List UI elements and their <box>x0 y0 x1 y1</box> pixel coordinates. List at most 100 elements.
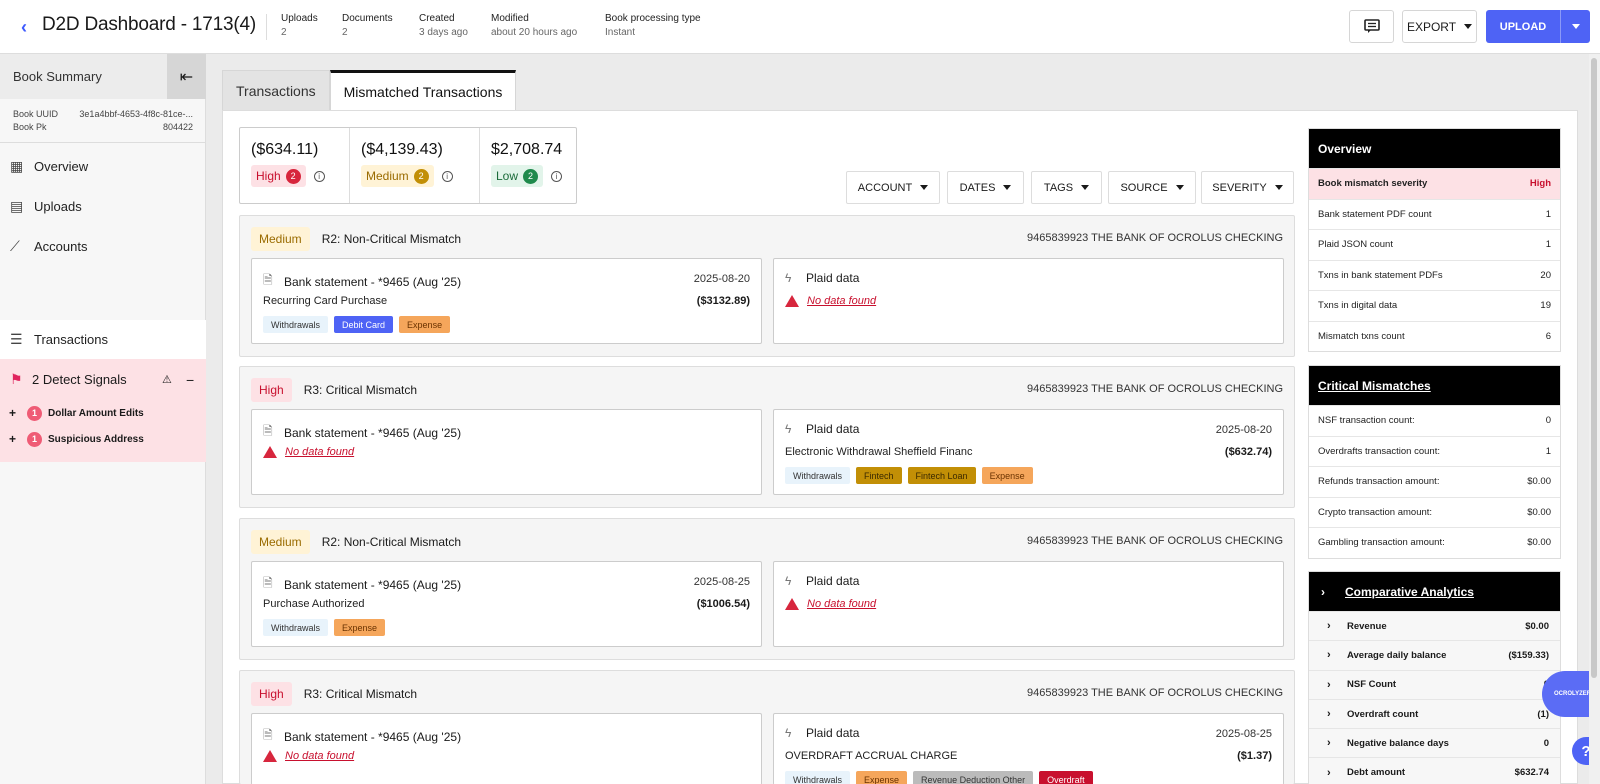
info-icon[interactable]: i <box>551 171 563 183</box>
comparative-row[interactable]: › Overdraft count (1) <box>1309 698 1560 729</box>
comparative-row[interactable]: › Revenue $0.00 <box>1309 611 1560 641</box>
txn-date: 2025-08-25 <box>1215 728 1272 740</box>
critical-mismatches-panel: Critical Mismatches NSF transaction coun… <box>1308 365 1561 559</box>
bank-statement-box[interactable]: 🗎 Bank statement - *9465 (Aug '25) No dat… <box>251 713 762 784</box>
info-icon[interactable]: i <box>441 171 453 183</box>
page-title: D2D Dashboard - 1713(4) <box>42 14 257 35</box>
row-label: Debt amount <box>1347 767 1406 779</box>
row-value: $0.00 <box>1527 506 1551 518</box>
comparative-analytics-header[interactable]: › Comparative Analytics <box>1309 572 1560 611</box>
summary-amount: ($634.11) <box>251 141 319 158</box>
bank-statement-box[interactable]: 🗎 Bank statement - *9465 (Aug '25) 2025-0… <box>251 258 762 344</box>
warning-icon <box>785 295 799 307</box>
txn-description: Recurring Card Purchase <box>263 295 388 307</box>
row-value: $0.00 <box>1527 537 1551 549</box>
bank-statement-box[interactable]: 🗎 Bank statement - *9465 (Aug '25) No dat… <box>251 409 762 495</box>
box-title: Bank statement - *9465 (Aug '25) <box>284 577 462 592</box>
overview-title: Overview <box>1309 129 1560 168</box>
no-data-link[interactable]: No data found <box>285 446 354 458</box>
row-label: NSF transaction count: <box>1318 415 1415 427</box>
tab-mismatched-transactions[interactable]: Mismatched Transactions <box>329 70 517 111</box>
filter-source[interactable]: SOURCE <box>1108 171 1196 204</box>
severity-badge-high[interactable]: High 2 <box>251 165 306 187</box>
export-button[interactable]: EXPORT <box>1402 10 1477 43</box>
overview-panel: Overview Book mismatch severity High Bank… <box>1308 128 1561 352</box>
caret-down-icon <box>1571 24 1580 29</box>
mismatch-rule: R3: Critical Mismatch <box>303 383 418 397</box>
box-title: Plaid data <box>806 726 860 740</box>
expand-plus-icon[interactable]: + <box>9 432 27 446</box>
warning-icon <box>785 598 799 610</box>
upload-dropdown-toggle[interactable] <box>1560 10 1590 43</box>
tag: Withdrawals <box>263 316 329 333</box>
filter-label: SOURCE <box>1120 181 1168 194</box>
tab-transactions[interactable]: Transactions <box>222 70 330 111</box>
comments-button[interactable] <box>1349 10 1394 43</box>
filter-tags[interactable]: TAGS <box>1031 171 1102 204</box>
critical-row: Gambling transaction amount: $0.00 <box>1309 527 1560 558</box>
row-value: ($159.33) <box>1508 649 1549 661</box>
plaid-data-box[interactable]: ϟ Plaid data No data found <box>773 561 1284 647</box>
document-icon: 🗎 <box>263 424 273 438</box>
tab-bar: Transactions Mismatched Transactions <box>222 70 517 111</box>
severity-badge-medium[interactable]: Medium 2 <box>361 165 434 187</box>
plaid-data-box[interactable]: ϟ Plaid data 2025-08-25 OVERDRAFT ACCRUAL… <box>773 713 1284 784</box>
severity-badge: High <box>251 378 292 402</box>
sidebar-item-accounts[interactable]: ⟋ Accounts <box>0 227 206 266</box>
row-value: 1 <box>1545 445 1551 457</box>
box-title: Plaid data <box>806 574 860 588</box>
info-icon[interactable]: i <box>313 171 325 183</box>
filter-label: SEVERITY <box>1212 181 1267 194</box>
page-scrollbar[interactable] <box>1589 54 1600 784</box>
plaid-data-box[interactable]: ϟ Plaid data 2025-08-20 Electronic Withdr… <box>773 409 1284 495</box>
overview-row: Mismatch txns count 6 <box>1309 320 1560 352</box>
comparative-row[interactable]: › Average daily balance ($159.33) <box>1309 640 1560 670</box>
comparative-row[interactable]: › Debt amount $632.74 <box>1309 757 1560 784</box>
comparative-row[interactable]: › Negative balance days 0 <box>1309 728 1560 758</box>
sidebar-item-transactions[interactable]: ☰ Transactions <box>0 320 206 359</box>
no-data-link[interactable]: No data found <box>285 750 354 762</box>
row-label: Refunds transaction amount: <box>1318 476 1440 488</box>
critical-mismatches-title[interactable]: Critical Mismatches <box>1309 366 1560 405</box>
severity-label: Medium <box>366 169 409 183</box>
row-label: Gambling transaction amount: <box>1318 537 1445 549</box>
collapse-arrow-icon[interactable]: ⇤ <box>167 54 206 99</box>
meta-created: Created 3 days ago <box>419 13 468 38</box>
row-value: (1) <box>1537 708 1549 720</box>
mismatch-card: High R3: Critical Mismatch 9465839923 THE… <box>239 670 1295 784</box>
filter-severity[interactable]: SEVERITY <box>1201 171 1294 204</box>
chevron-right-icon: › <box>1327 737 1331 750</box>
chevron-right-icon: › <box>1327 649 1331 662</box>
comparative-row[interactable]: ›NSF Count0 <box>1309 669 1560 699</box>
back-chevron-icon[interactable]: ‹ <box>17 17 31 37</box>
collapse-minus-icon[interactable]: − <box>186 372 206 388</box>
mismatch-card: Medium R2: Non-Critical Mismatch 94658399… <box>239 518 1295 660</box>
no-data-link[interactable]: No data found <box>807 598 876 610</box>
box-title: Bank statement - *9465 (Aug '25) <box>284 729 462 744</box>
plaid-data-box[interactable]: ϟ Plaid data No data found <box>773 258 1284 344</box>
sidebar-item-uploads[interactable]: ▤ Uploads <box>0 187 206 226</box>
row-label: Average daily balance <box>1347 649 1447 661</box>
mismatch-card: High R3: Critical Mismatch 9465839923 THE… <box>239 366 1295 508</box>
top-header: ‹ D2D Dashboard - 1713(4) Uploads 2 Docum… <box>0 0 1600 54</box>
signal-item-dollar-amount-edits[interactable]: +1 Dollar Amount Edits <box>0 400 206 426</box>
filter-account[interactable]: ACCOUNT <box>846 171 940 204</box>
scrollbar-thumb[interactable] <box>1591 58 1597 678</box>
sidebar-item-overview[interactable]: ▦ Overview <box>0 147 206 186</box>
expand-plus-icon[interactable]: + <box>9 406 27 420</box>
signal-item-suspicious-address[interactable]: +1 Suspicious Address <box>0 426 206 452</box>
row-label: Overdrafts transaction count: <box>1318 445 1440 457</box>
sidebar-item-label: Transactions <box>34 332 108 347</box>
box-title: Plaid data <box>806 271 860 285</box>
severity-badge-low[interactable]: Low 2 <box>491 165 544 187</box>
tag: Overdraft <box>1039 771 1093 784</box>
detect-signals-header[interactable]: ⚑ 2 Detect Signals ⚠ − <box>0 359 206 400</box>
chevron-right-icon: › <box>1327 620 1331 633</box>
upload-button[interactable]: UPLOAD <box>1486 10 1590 43</box>
row-label: Mismatch txns count <box>1318 330 1405 342</box>
filter-dates[interactable]: DATES <box>947 171 1024 204</box>
row-value: High <box>1529 178 1551 190</box>
row-value: $0.00 <box>1525 620 1549 632</box>
no-data-link[interactable]: No data found <box>807 295 876 307</box>
bank-statement-box[interactable]: 🗎 Bank statement - *9465 (Aug '25) 2025-0… <box>251 561 762 647</box>
